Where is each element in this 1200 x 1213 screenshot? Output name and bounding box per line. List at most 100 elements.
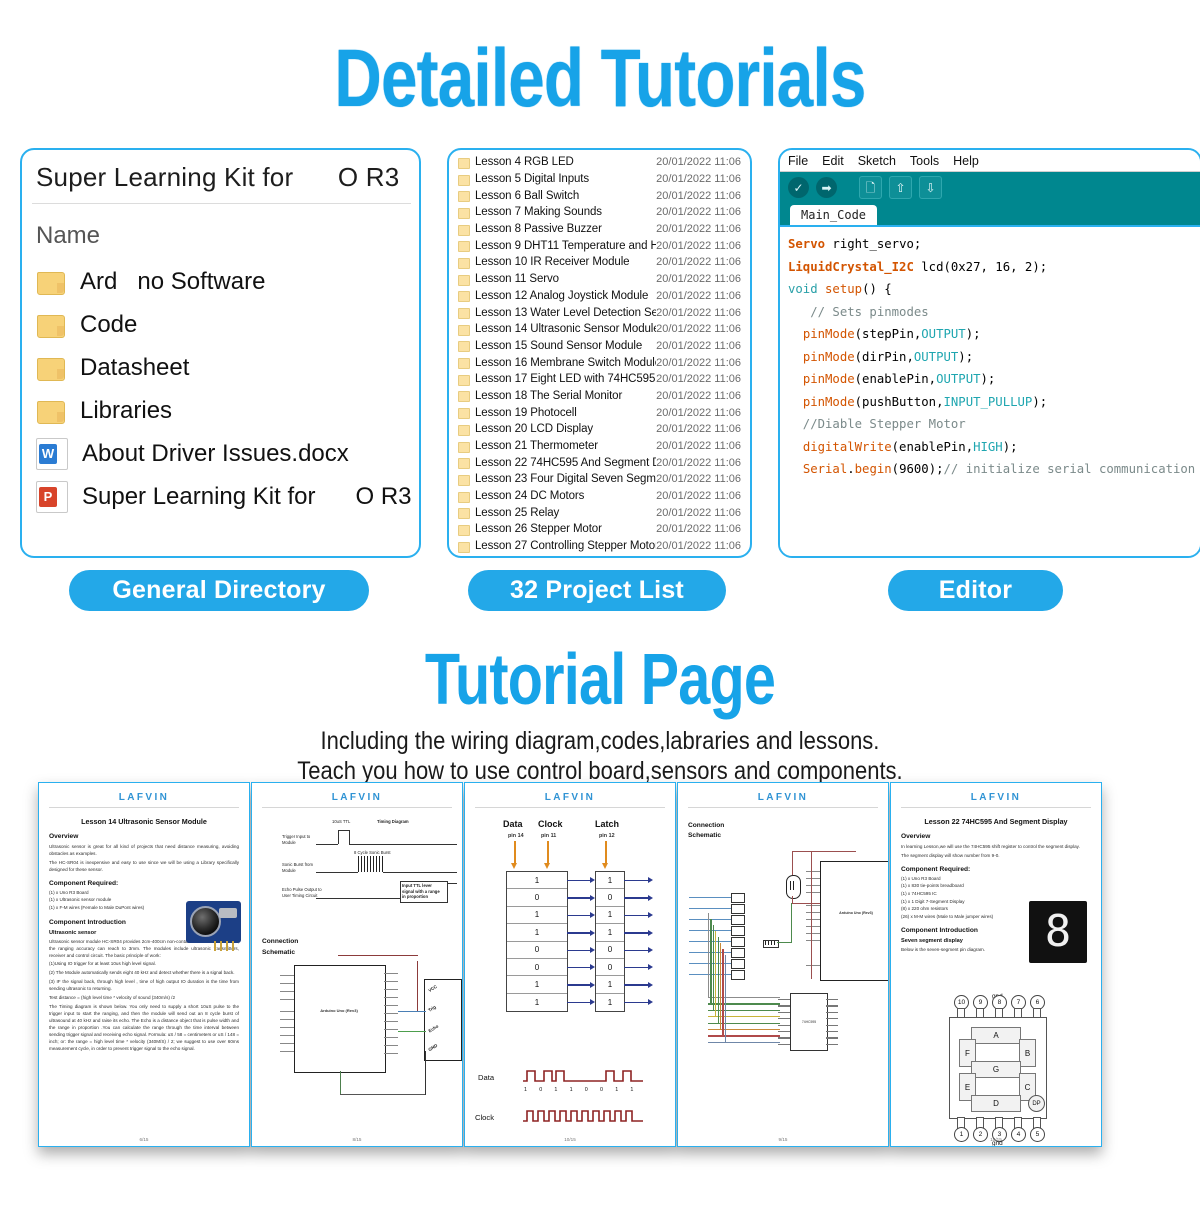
tutorial-page[interactable]: LAFVIN Connection Schematic Arduino Uno … xyxy=(677,782,889,1147)
table-row[interactable]: Lesson 15 Sound Sensor Module 20/01/2022 … xyxy=(449,338,750,355)
segment-dp: DP xyxy=(1028,1095,1045,1112)
ic-pin-lead xyxy=(778,1031,790,1033)
wire xyxy=(689,897,731,899)
shift-to-latch-arrow-icon xyxy=(567,911,595,920)
upload-arrow-icon[interactable]: ➡ xyxy=(816,177,837,198)
code-line: Serial.begin(9600);// initialize serial … xyxy=(802,462,1196,476)
table-row[interactable]: Lesson 20 LCD Display 20/01/2022 11:06 xyxy=(449,421,750,438)
table-row[interactable]: Lesson 17 Eight LED with 74HC595 20/01/20… xyxy=(449,371,750,388)
latch-output-arrow-icon xyxy=(624,893,653,903)
folder-icon xyxy=(458,457,470,470)
table-row[interactable]: Lesson 21 Thermometer 20/01/2022 11:06 xyxy=(449,438,750,455)
ic-pin-lead xyxy=(778,1018,790,1020)
save-file-icon[interactable]: ⇩ xyxy=(919,176,942,199)
wire xyxy=(720,943,722,1029)
subtitle-line-1: Including the wiring diagram,codes,labra… xyxy=(320,727,880,755)
list-item[interactable]: Code xyxy=(22,303,419,346)
table-row[interactable]: Lesson 10 IR Receiver Module 20/01/2022 1… xyxy=(449,254,750,271)
wire xyxy=(715,931,717,1017)
led-symbol xyxy=(731,904,745,914)
menu-item-edit[interactable]: Edit xyxy=(822,154,844,168)
code-editor-area[interactable]: Servo right_servo; LiquidCrystal_I2C lcd(… xyxy=(780,227,1200,556)
shift-to-latch-arrow-icon xyxy=(567,893,595,903)
tutorial-page[interactable]: LAFVIN 10uS TTL Timing Diagram Trigger I… xyxy=(251,782,463,1147)
paragraph: In learning Lesson,we will use the 74HC5… xyxy=(901,844,1080,849)
tab-main-code[interactable]: Main_Code xyxy=(790,205,878,225)
heading-component-required: Component Required: xyxy=(901,865,971,873)
list-item[interactable]: Super Learning Kit for O R3 xyxy=(22,475,419,518)
table-row[interactable]: Lesson 5 Digital Inputs 20/01/2022 11:06 xyxy=(449,171,750,188)
list-item[interactable]: Ard no Software xyxy=(22,260,419,303)
label-pin-14: pin 14 xyxy=(508,833,524,839)
timing-diagram: 10uS TTL Timing Diagram Trigger Input to… xyxy=(252,817,462,917)
folder-icon xyxy=(36,396,66,426)
table-row[interactable]: Lesson 24 DC Motors 20/01/2022 11:06 xyxy=(449,488,750,505)
menu-item-sketch[interactable]: Sketch xyxy=(858,154,896,168)
table-row[interactable]: Lesson 6 Ball Switch 20/01/2022 11:06 xyxy=(449,187,750,204)
table-row[interactable]: Lesson 12 Analog Joystick Module 20/01/20… xyxy=(449,288,750,305)
menu-item-file[interactable]: File xyxy=(788,154,808,168)
label-pin-12: pin 12 xyxy=(599,833,615,839)
board-label: Arduino Uno (Rev3) xyxy=(839,911,873,915)
list-item[interactable]: Libraries xyxy=(22,389,419,432)
wire xyxy=(708,1003,780,1005)
caption-project-list: 32 Project List xyxy=(468,570,726,611)
table-row[interactable]: Lesson 18 The Serial Monitor 20/01/2022 1… xyxy=(449,388,750,405)
list-item[interactable]: Datasheet xyxy=(22,346,419,389)
waveform-label-data: Data xyxy=(478,1073,495,1082)
label-clock: Clock xyxy=(538,819,563,829)
table-row[interactable]: Lesson 26 Stepper Motor 20/01/2022 11:06 xyxy=(449,521,750,538)
lesson-name: Lesson 5 Digital Inputs xyxy=(475,173,590,186)
editor-toolbar: ✓ ➡ 🗋 ⇧ ⇩ xyxy=(780,172,1200,203)
new-file-icon[interactable]: 🗋 xyxy=(859,176,882,199)
lesson-date: 20/01/2022 11:06 xyxy=(656,339,741,352)
code-line: digitalWrite(enablePin,HIGH); xyxy=(802,439,1018,454)
latch-register-bit: 1 xyxy=(596,924,624,942)
waveform-label-clock: Clock xyxy=(475,1113,494,1122)
ic-pin-lead xyxy=(826,1018,838,1020)
table-row[interactable]: Lesson 7 Making Sounds 20/01/2022 11:06 xyxy=(449,204,750,221)
table-row[interactable]: Lesson 4 RGB LED 20/01/2022 11:06 xyxy=(449,154,750,171)
latch-output-arrow-icon xyxy=(624,980,653,990)
table-row[interactable]: Lesson 27 Controlling Stepper Motor Wit.… xyxy=(449,538,750,555)
table-row[interactable]: Lesson 14 Ultrasonic Sensor Module 20/01/… xyxy=(449,321,750,338)
table-row[interactable]: Lesson 9 DHT11 Temperature and Humid...2… xyxy=(449,237,750,254)
wire xyxy=(712,925,714,1010)
table-row[interactable]: Lesson 16 Membrane Switch Module 20/01/20… xyxy=(449,354,750,371)
ic-pin-lead xyxy=(778,1005,790,1007)
verify-check-icon[interactable]: ✓ xyxy=(788,177,809,198)
led-symbol xyxy=(731,893,745,903)
table-row[interactable]: Lesson 22 74HC595 And Segment Display20/… xyxy=(449,454,750,471)
open-file-icon[interactable]: ⇧ xyxy=(889,176,912,199)
menu-item-tools[interactable]: Tools xyxy=(910,154,939,168)
list-item-label: Code xyxy=(80,310,138,338)
menu-item-help[interactable]: Help xyxy=(953,154,979,168)
folder-icon xyxy=(458,307,470,320)
general-directory-panel: Super Learning Kit for O R3 Name Ard no … xyxy=(20,148,421,558)
folder-icon xyxy=(458,524,470,536)
ic-74hc595: 74HC595 xyxy=(790,993,828,1051)
list-item[interactable]: About Driver Issues.docx xyxy=(22,432,419,475)
latch-register-bit: 1 xyxy=(596,976,624,994)
document-title: Lesson 14 Ultrasonic Sensor Module xyxy=(81,817,207,826)
led-symbol xyxy=(731,959,745,969)
paragraph: (2) The Module automatically sends eight… xyxy=(49,970,235,976)
table-row[interactable]: Lesson 11 Servo 20/01/2022 11:06 xyxy=(449,271,750,288)
table-row[interactable]: Lesson 13 Water Level Detection Sensor .… xyxy=(449,304,750,321)
table-row[interactable]: Lesson 25 Relay 20/01/2022 11:06 xyxy=(449,504,750,521)
latch-output-arrow-icon xyxy=(624,876,653,885)
data-bit: 1 xyxy=(630,1087,634,1093)
lesson-name: Lesson 14 Ultrasonic Sensor Module xyxy=(475,323,657,336)
tutorial-page[interactable]: LAFVIN Lesson 14 Ultrasonic Sensor Modul… xyxy=(38,782,250,1147)
brand-logo: LAFVIN xyxy=(118,792,170,803)
tutorial-page[interactable]: LAFVIN Lesson 22 74HC595 And Segment Dis… xyxy=(890,782,1102,1147)
brand-logo: LAFVIN xyxy=(544,792,596,803)
list-item: (1) x Uno R3 Board xyxy=(49,889,89,895)
divider xyxy=(262,807,452,808)
table-row[interactable]: Lesson 23 Four Digital Seven Segment Di.… xyxy=(449,471,750,488)
lesson-name: Lesson 24 DC Motors xyxy=(475,490,585,503)
latch-register-bit: 1 xyxy=(596,907,624,925)
tutorial-page[interactable]: LAFVIN Data Clock Latch pin 14 pin 11 pi… xyxy=(464,782,676,1147)
table-row[interactable]: Lesson 19 Photocell 20/01/2022 11:06 xyxy=(449,404,750,421)
table-row[interactable]: Lesson 8 Passive Buzzer 20/01/2022 11:06 xyxy=(449,221,750,238)
